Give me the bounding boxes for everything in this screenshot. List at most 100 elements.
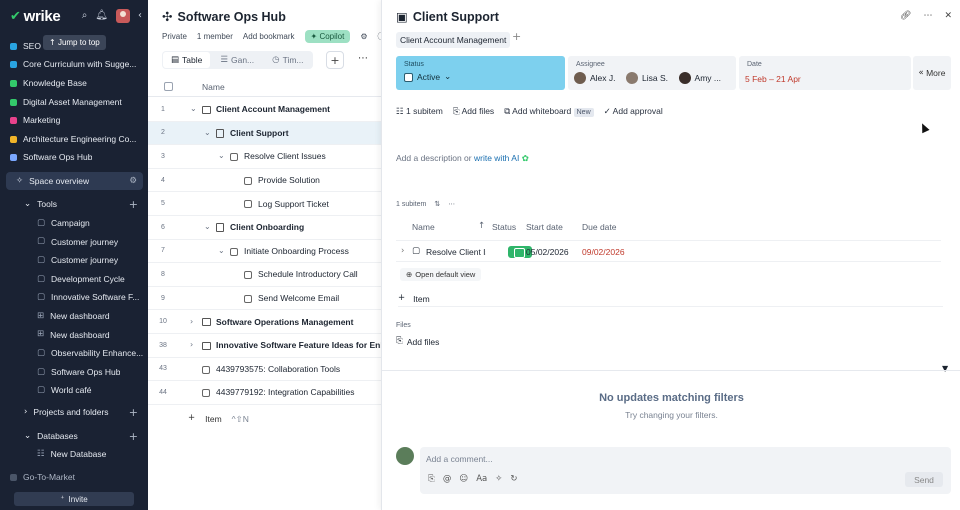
settings-icon[interactable]: ⚙ <box>360 32 367 41</box>
row-name[interactable]: Innovative Software Feature Ideas for En… <box>216 340 381 350</box>
sidebar-tool-new-dashboard[interactable]: ⊞ New dashboard <box>0 307 148 325</box>
plus-icon[interactable]: + <box>129 407 138 418</box>
sidebar-tool-customer-journey[interactable]: ▢ Customer journey <box>0 251 148 269</box>
search-icon[interactable]: ⌕ <box>82 11 88 21</box>
row-name[interactable]: Software Operations Management <box>216 317 353 327</box>
table-row[interactable]: 1 ⌄ Client Account Management <box>148 98 381 122</box>
assignee-field[interactable]: Assignee Alex J. Lisa S. Amy ... <box>568 56 736 90</box>
subitem-col-start[interactable]: Start date <box>526 222 563 232</box>
sidebar-section-databases[interactable]: ⌄ Databases + <box>0 427 148 445</box>
add-parent-icon[interactable]: + <box>512 31 521 42</box>
attach-icon[interactable]: ⎘ <box>428 475 435 484</box>
chevron-down-icon[interactable]: ⌄ <box>204 128 211 137</box>
chevron-right-icon[interactable]: › <box>190 317 193 326</box>
more-fields-button[interactable]: « More <box>913 56 951 90</box>
sidebar-tool-development-cycle[interactable]: ▢ Development Cycle <box>0 270 148 288</box>
filter-icon[interactable]: ▼ <box>942 365 948 373</box>
tab-gantt[interactable]: ☰ Gan... <box>212 52 262 68</box>
table-row[interactable]: 2 ⌄ Client Support <box>148 121 381 146</box>
sidebar-item-core-curriculum-with-sugge[interactable]: Core Curriculum with Sugge... <box>0 55 148 73</box>
table-row[interactable]: 6 ⌄ Client Onboarding <box>148 216 381 240</box>
table-row[interactable]: 44 4439779192: Integration Capabilities <box>148 381 381 405</box>
table-row[interactable]: 9 Send Welcome Email <box>148 287 381 311</box>
subitem-col-due[interactable]: Due date <box>582 222 617 232</box>
sidebar-item-go-to-market[interactable]: Go-To-Market <box>0 468 148 486</box>
chevron-down-icon[interactable]: ⌄ <box>218 152 225 160</box>
plus-icon[interactable]: + <box>129 199 138 210</box>
comment-input[interactable]: Add a comment... ⎘ @ ☺ Aa ✧ ↻ Send <box>420 447 951 494</box>
collapse-sidebar-icon[interactable]: ‹ <box>138 11 142 21</box>
add-item-button[interactable]: + Item ^⇧N <box>188 414 249 425</box>
add-whiteboard-action[interactable]: ⧉ Add whiteboard New <box>504 106 594 117</box>
row-name[interactable]: Provide Solution <box>258 175 320 185</box>
add-view-button[interactable]: + <box>326 51 344 69</box>
row-name[interactable]: Schedule Introductory Call <box>258 269 358 279</box>
subitem-row[interactable]: › ▢ Resolve Client Is 05/02/2026 09/02/2… <box>396 240 941 262</box>
tab-table[interactable]: ▤ Table <box>163 52 211 68</box>
description-field[interactable]: Add a description or write with AI ✿ <box>396 153 529 164</box>
status-checkbox[interactable] <box>404 72 413 82</box>
arrow-up-icon[interactable]: ↑ <box>478 222 485 231</box>
copilot-button[interactable]: ✦ Copilot <box>304 30 351 43</box>
assignee-amy[interactable]: Amy ... <box>678 72 721 84</box>
table-row[interactable]: 10 › Software Operations Management <box>148 310 381 334</box>
mention-icon[interactable]: @ <box>443 475 452 484</box>
row-name[interactable]: Client Support <box>230 128 289 138</box>
chevron-down-icon[interactable]: ⌄ <box>204 223 211 231</box>
table-row[interactable]: 3 ⌄ Resolve Client Issues <box>148 145 381 169</box>
sidebar-tool-software-ops-hub[interactable]: ▢ Software Ops Hub <box>0 363 148 381</box>
invite-button[interactable]: ⁺ Invite <box>14 492 134 506</box>
sidebar-item-architecture-engineering-co[interactable]: Architecture Engineering Co... <box>0 130 148 148</box>
select-all-checkbox[interactable] <box>164 82 173 91</box>
table-row[interactable]: 8 Schedule Introductory Call <box>148 263 381 287</box>
more-icon[interactable]: ⋯ <box>448 201 455 208</box>
chevron-down-icon[interactable]: ⌄ <box>190 105 197 113</box>
jump-to-top-tooltip[interactable]: ↑ Jump to top <box>43 35 106 50</box>
text-format-icon[interactable]: Aa <box>476 475 487 484</box>
wrike-logo[interactable]: ✔ wrike <box>10 8 61 25</box>
chevron-right-icon[interactable]: › <box>401 247 404 256</box>
send-button[interactable]: Send <box>905 472 943 487</box>
more-icon[interactable]: ⋯ <box>923 12 932 21</box>
table-row[interactable]: 38 › Innovative Software Feature Ideas for… <box>148 334 381 358</box>
row-name[interactable]: Resolve Client Issues <box>244 151 326 161</box>
sidebar-item-software-ops-hub[interactable]: Software Ops Hub <box>0 148 148 166</box>
open-default-view-button[interactable]: ⊕ Open default view <box>400 268 482 281</box>
subitem-start-date[interactable]: 05/02/2026 <box>526 247 569 257</box>
write-with-ai-link[interactable]: write with AI <box>474 153 519 163</box>
gear-icon[interactable]: ⚙ <box>129 177 137 186</box>
sidebar-tool-innovative-software-f[interactable]: ▢ Innovative Software F... <box>0 288 148 306</box>
subitem-col-status[interactable]: Status <box>492 222 516 232</box>
add-files-action[interactable]: ⎘ Add files <box>453 106 494 117</box>
status-field[interactable]: Status Active ⌄ <box>396 56 565 90</box>
table-row[interactable]: 7 ⌄ Initiate Onboarding Process <box>148 240 381 264</box>
add-files-link[interactable]: ⎘ Add files <box>396 337 439 347</box>
subitem-action[interactable]: ☷ 1 subitem <box>396 106 443 117</box>
sidebar-item-knowledge-base[interactable]: Knowledge Base <box>0 74 148 92</box>
add-subitem-button[interactable]: + Item <box>398 291 943 307</box>
chevron-right-icon[interactable]: › <box>190 341 193 349</box>
close-icon[interactable]: ✕ <box>944 12 952 21</box>
row-name[interactable]: Initiate Onboarding Process <box>244 246 349 256</box>
more-icon[interactable]: ⋯ <box>358 54 368 64</box>
emoji-icon[interactable]: ☺ <box>459 475 468 484</box>
sidebar-database-new-database[interactable]: ☷ New Database <box>0 445 148 463</box>
plus-icon[interactable]: + <box>129 431 138 442</box>
sidebar-tool-world-caf[interactable]: ▢ World café <box>0 381 148 399</box>
row-name[interactable]: 4439779192: Integration Capabilities <box>216 387 354 397</box>
subitem-due-date[interactable]: 09/02/2026 <box>582 247 625 257</box>
sidebar-item-space-overview[interactable]: ✧ Space overview ⚙ <box>6 172 143 190</box>
sidebar-item-digital-asset-management[interactable]: Digital Asset Management <box>0 93 148 111</box>
sidebar-tool-new-dashboard[interactable]: ⊞ New dashboard <box>0 326 148 344</box>
parent-folder-chip[interactable]: Client Account Management <box>396 32 511 48</box>
add-bookmark-link[interactable]: Add bookmark <box>243 32 295 41</box>
row-name[interactable]: Send Welcome Email <box>258 293 339 303</box>
table-row[interactable]: 4 Provide Solution <box>148 169 381 193</box>
sidebar-tool-customer-journey[interactable]: ▢ Customer journey <box>0 233 148 251</box>
row-name[interactable]: 4439793575: Collaboration Tools <box>216 364 340 374</box>
row-name[interactable]: Client Onboarding <box>230 222 304 232</box>
row-name[interactable]: Client Account Management <box>216 104 330 114</box>
privacy-label[interactable]: Private <box>162 32 187 41</box>
assignee-alex[interactable]: Alex J. <box>574 72 616 84</box>
status-dropdown[interactable]: Active ⌄ <box>404 72 451 82</box>
